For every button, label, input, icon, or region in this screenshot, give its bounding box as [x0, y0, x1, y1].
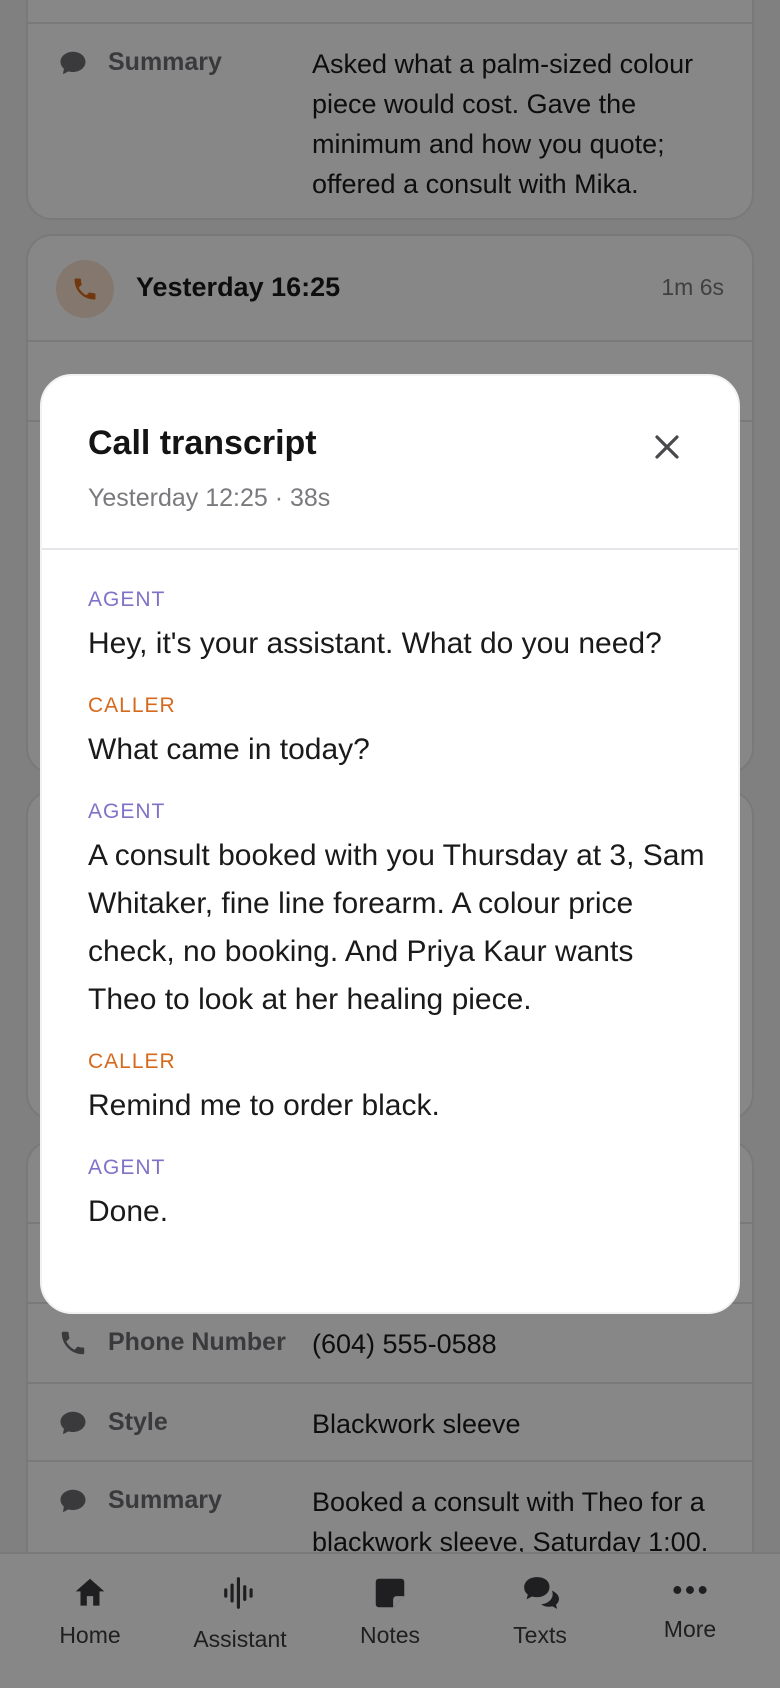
transcript-turn: CALLER What came in today? [88, 692, 708, 774]
speaker-label: CALLER [88, 1050, 176, 1073]
transcript-turn: AGENT Hey, it's your assistant. What do … [88, 586, 708, 668]
speaker-label: AGENT [88, 588, 166, 611]
modal-title: Call transcript [88, 424, 317, 462]
turn-text: Remind me to order black. [88, 1089, 440, 1122]
transcript-turn: AGENT A consult booked with you Thursday… [88, 798, 708, 1024]
transcript-turn: CALLER Remind me to order black. [88, 1048, 708, 1130]
speaker-label: AGENT [88, 800, 166, 823]
turn-text: What came in today? [88, 733, 370, 766]
modal-subtitle: Yesterday 12:25 · 38s [88, 484, 331, 512]
turn-text: Done. [88, 1195, 169, 1228]
transcript-list: AGENT Hey, it's your assistant. What do … [88, 586, 708, 1260]
turn-text: A consult booked with you Thursday at 3,… [88, 839, 705, 1016]
call-transcript-modal: Call transcript Yesterday 12:25 · 38s AG… [40, 374, 740, 1314]
transcript-turn: AGENT Done. [88, 1154, 708, 1236]
close-icon[interactable] [652, 432, 682, 462]
turn-text: Hey, it's your assistant. What do you ne… [88, 627, 662, 660]
speaker-label: AGENT [88, 1156, 166, 1179]
speaker-label: CALLER [88, 694, 176, 717]
modal-divider [42, 548, 738, 550]
